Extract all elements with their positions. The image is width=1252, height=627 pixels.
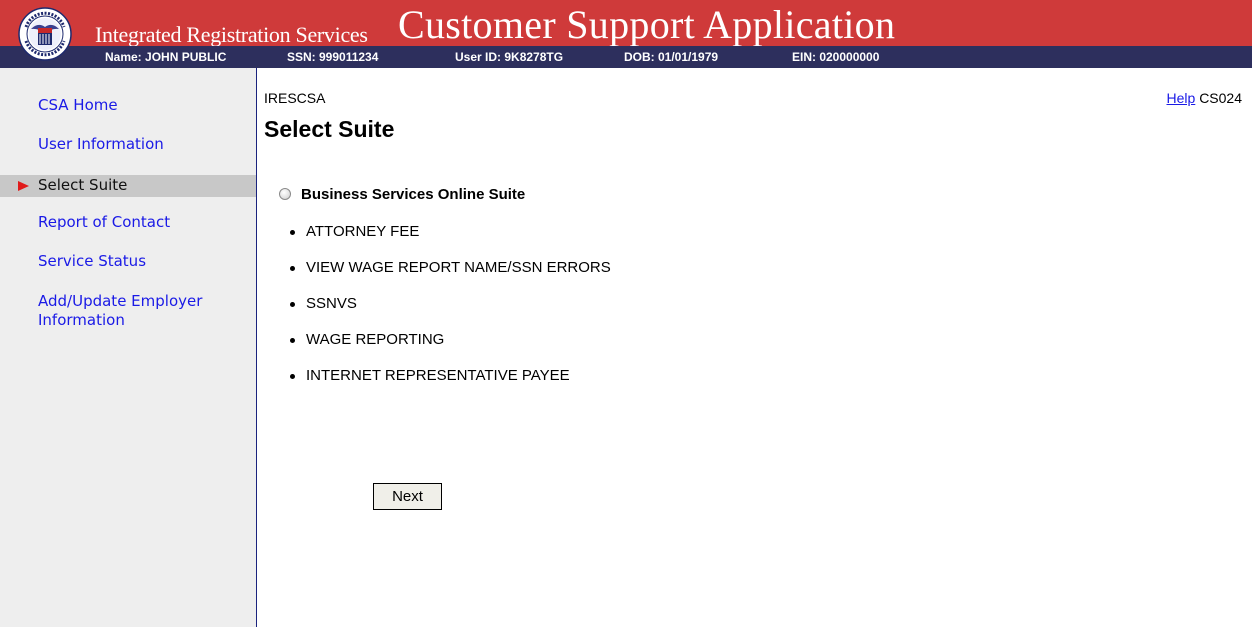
sidebar-item-report-of-contact[interactable]: Report of Contact xyxy=(38,213,170,232)
service-name: WAGE REPORTING xyxy=(306,331,445,348)
next-button[interactable]: Next xyxy=(373,483,442,510)
page-id: CS024 xyxy=(1199,90,1242,106)
help-link[interactable]: Help xyxy=(1167,90,1196,106)
app-header: Integrated Registration Services Custome… xyxy=(0,0,1252,47)
screen-code: IRESCSA xyxy=(264,90,326,106)
user-dob: DOB: 01/01/1979 xyxy=(624,50,719,64)
user-ein: EIN: 020000000 xyxy=(792,50,880,64)
list-item: ATTORNEY FEE xyxy=(290,222,611,258)
service-name: VIEW WAGE REPORT NAME/SSN ERRORS xyxy=(306,259,611,276)
bullet-icon xyxy=(290,302,295,307)
service-list: ATTORNEY FEE VIEW WAGE REPORT NAME/SSN E… xyxy=(290,222,611,402)
sidebar-item-select-suite[interactable]: Select Suite xyxy=(0,175,256,197)
user-id: User ID: 9K8278TG xyxy=(455,50,564,64)
help-area: Help CS024 xyxy=(1167,90,1243,106)
bullet-icon xyxy=(290,230,295,235)
ssa-seal-logo xyxy=(18,7,72,61)
current-page-arrow-icon xyxy=(18,181,29,191)
sidebar-item-add-update-employer[interactable]: Add/Update Employer Information xyxy=(38,292,238,330)
service-name: INTERNET REPRESENTATIVE PAYEE xyxy=(306,367,570,384)
sidebar-item-user-information[interactable]: User Information xyxy=(38,135,164,154)
service-name: SSNVS xyxy=(306,295,357,312)
app-title: Customer Support Application xyxy=(398,2,896,47)
bullet-icon xyxy=(290,374,295,379)
sidebar-item-service-status[interactable]: Service Status xyxy=(38,252,146,271)
user-ssn: SSN: 999011234 xyxy=(287,50,379,64)
list-item: VIEW WAGE REPORT NAME/SSN ERRORS xyxy=(290,258,611,294)
page-title: Select Suite xyxy=(264,116,395,142)
suite-radio-button[interactable] xyxy=(279,188,291,200)
user-name: Name: JOHN PUBLIC xyxy=(105,50,227,64)
list-item: WAGE REPORTING xyxy=(290,330,611,366)
suite-label[interactable]: Business Services Online Suite xyxy=(301,186,525,203)
bullet-icon xyxy=(290,266,295,271)
sidebar-item-csa-home[interactable]: CSA Home xyxy=(38,96,118,115)
sidebar-nav: CSA Home User Information Select Suite R… xyxy=(0,68,257,627)
list-item: SSNVS xyxy=(290,294,611,330)
list-item: INTERNET REPRESENTATIVE PAYEE xyxy=(290,366,611,402)
service-name: ATTORNEY FEE xyxy=(306,223,420,240)
user-info-bar: Name: JOHN PUBLIC SSN: 999011234 User ID… xyxy=(0,46,1252,68)
sidebar-item-label: Select Suite xyxy=(38,176,128,194)
bullet-icon xyxy=(290,338,295,343)
header-subtitle: Integrated Registration Services xyxy=(95,22,368,47)
